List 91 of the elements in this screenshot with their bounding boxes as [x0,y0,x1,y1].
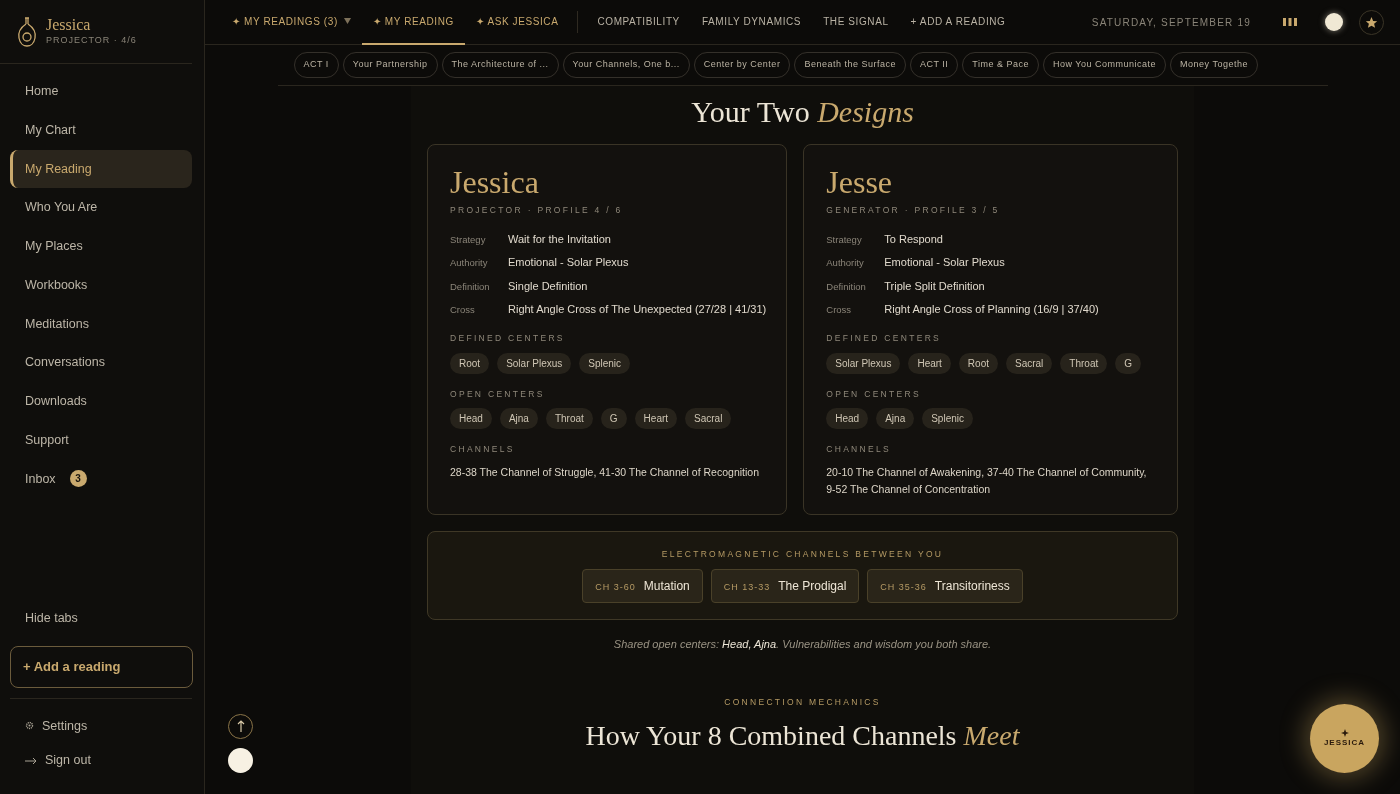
field-value: Wait for the Invitation [508,231,611,247]
profile-subtitle: PROJECTOR · 4/6 [46,33,137,47]
center-tag: Root [958,352,998,374]
up-arrow-icon [236,720,245,733]
profile-name: Jessica [46,15,92,34]
settings-icon [25,721,34,731]
channels-text: 20-10 The Channel of Awakening, 37-40 The Channel of Community, 9-52 The Channel of Concentration [826,465,1148,497]
group-heading: DEFINED CENTERS [450,331,566,345]
center-tag: Throat [1060,352,1108,374]
date-label: SATURDAY, SEPTEMBER 19 [1091,15,1251,30]
field-value: Emotional - Solar Plexus [508,255,629,271]
nav-tab[interactable]: FAMILY DYNAMICS [690,0,813,45]
add-reading-button[interactable]: + Add a reading [10,646,193,688]
star-icon [1365,15,1378,29]
field-value: Right Angle Cross of The Unexpected (27/28 | 41/31) [508,302,767,318]
channels-text: 28-38 The Channel of Struggle, 41-30 The Channel of Recognition [450,465,760,481]
field-label: Definition [826,279,867,294]
light-toggle-button[interactable] [228,748,253,773]
group-heading: CHANNELS [826,443,892,457]
count-badge: 3 [69,470,87,488]
shared-centers-note: Shared open centers: Head, Ajna. Vulnerabilities and wisdom you both share. [612,636,993,652]
channel-chip: CH 35-36 Transitoriness [867,568,1023,603]
center-tag: Throat [545,408,593,430]
type-profile: GENERATOR · PROFILE 3 / 5 [826,204,1001,217]
nav-tab[interactable]: ✦ MY READING [361,0,465,45]
field-label: Definition [450,279,491,294]
center-tag: Ajna [876,408,915,430]
center-tag: Ajna [499,408,538,430]
sidebar-link[interactable]: Sign out [10,743,192,778]
sidebar-item[interactable]: Conversations [10,343,192,382]
group-heading: OPEN CENTERS [450,387,546,401]
center-tag: G [1115,352,1142,374]
section-title: How Your 8 Combined Channels Meet [584,718,1021,753]
nav-tab[interactable]: THE SIGNAL [812,0,900,45]
arrow-right-icon [25,756,37,765]
center-tag: Solar Plexus [497,352,572,374]
field-label: Authority [826,256,865,271]
sparkle-icon [1340,728,1349,737]
bottle-logo-icon [16,15,38,48]
center-tag: Splenic [922,408,973,430]
sidebar-item[interactable]: Inbox 3 [10,459,192,499]
center-tag: Splenic [579,352,631,374]
sidebar-link[interactable]: Settings [10,708,192,744]
item-label: Inbox [25,470,56,488]
type-profile: PROJECTOR · PROFILE 4 / 6 [450,204,624,217]
field-label: Cross [450,303,476,318]
channel-chip: CH 13-33 The Prodigal [710,568,860,603]
center-tag: Heart [634,408,678,430]
section-eyebrow: CONNECTION MECHANICS [723,696,882,709]
field-value: Emotional - Solar Plexus [884,255,1005,271]
center-tag: Heart [908,352,951,374]
field-label: Strategy [450,232,487,247]
sidebar-item[interactable]: Meditations [10,304,192,344]
center-tag: Head [826,408,869,430]
person-name: Jesse [826,165,894,201]
nav-tab[interactable]: + ADD A READING [899,0,1017,45]
field-value: Right Angle Cross of Planning (16/9 | 37/40) [884,302,1099,318]
nav-tab[interactable]: COMPATIBILITY [586,0,691,45]
sidebar-item[interactable]: Home [10,72,192,111]
field-value: Single Definition [508,278,588,294]
sidebar-item[interactable]: Workbooks [10,265,192,305]
center-tag: Root [450,352,490,374]
channel-chip: CH 3-60 Mutation [582,568,703,603]
center-tag: Solar Plexus [826,352,901,374]
sidebar-item[interactable]: My Places [10,227,192,266]
sidebar-item[interactable]: Downloads [10,382,192,421]
field-value: Triple Split Definition [884,278,985,294]
sidebar-item[interactable]: My Reading [10,149,192,189]
hide-tabs-link[interactable]: Hide tabs [10,599,192,638]
center-tag: Sacral [685,408,732,430]
field-label: Strategy [826,232,863,247]
center-tag: Head [450,408,492,430]
nav-tab[interactable]: ✦ ASK JESSICA [464,0,570,45]
center-tag: Sacral [1006,352,1053,374]
field-label: Authority [450,256,489,271]
bars-icon[interactable] [1283,18,1297,26]
sidebar-item[interactable]: Support [10,420,192,460]
group-heading: DEFINED CENTERS [826,331,943,345]
sidebar-item[interactable]: My Chart [10,110,192,150]
theme-toggle-icon[interactable] [1325,13,1343,31]
person-name: Jessica [450,165,540,201]
sidebar-item[interactable]: Who You Are [10,188,192,227]
field-label: Cross [826,303,853,318]
field-value: To Respond [884,231,943,247]
center-tag: G [600,408,627,430]
group-heading: CHANNELS [450,443,516,457]
nav-tab[interactable]: ✦ MY READINGS (3) [221,0,362,45]
panel-heading: ELECTROMAGNETIC CHANNELS BETWEEN YOU [660,547,945,561]
assistant-button[interactable]: JESSICA [1310,704,1379,773]
section-title: Your Two Designs [690,94,915,130]
group-heading: OPEN CENTERS [826,387,922,401]
